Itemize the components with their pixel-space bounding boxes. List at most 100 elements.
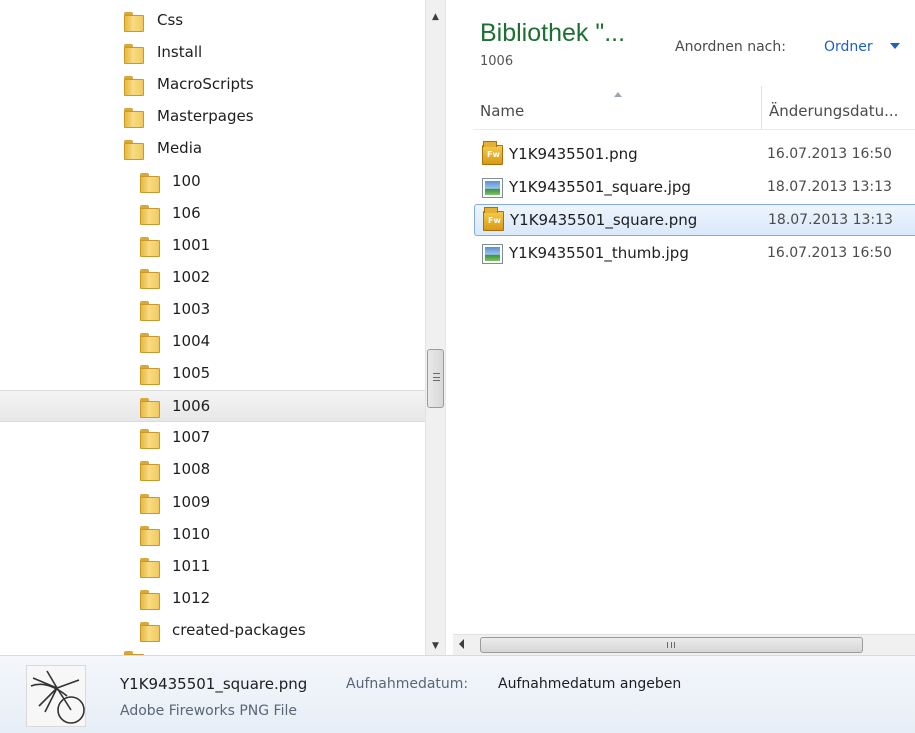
folder-icon xyxy=(124,12,144,32)
nav-folder-item[interactable]: Media xyxy=(0,133,425,165)
scroll-thumb[interactable] xyxy=(427,349,444,408)
nav-folder-item[interactable]: created-packages xyxy=(0,615,425,647)
nav-folder-label: 1005 xyxy=(172,364,211,383)
folder-icon xyxy=(140,333,160,353)
folder-icon xyxy=(124,108,144,129)
nav-folder-item[interactable]: 1002 xyxy=(0,262,425,294)
grip-icon xyxy=(433,373,440,381)
nav-folder-label: 1010 xyxy=(172,524,211,543)
scroll-down-arrow-icon[interactable]: ▼ xyxy=(426,637,445,655)
arrange-by-dropdown[interactable]: Ordner xyxy=(824,39,873,55)
scroll-thumb[interactable] xyxy=(480,637,863,653)
nav-folder-item[interactable]: 1008 xyxy=(0,454,425,486)
folder-icon xyxy=(124,76,144,97)
nav-folder-item[interactable]: 1011 xyxy=(0,551,425,583)
folder-icon xyxy=(140,236,160,257)
nav-folder-label: MacroScripts xyxy=(157,75,254,94)
file-row[interactable]: Fw Y1K9435501.png 16.07.2013 16:50 xyxy=(474,139,915,171)
nav-folder-item[interactable]: 1001 xyxy=(0,230,425,262)
content-pane: Bibliothek "... 1006 Anordnen nach: Ordn… xyxy=(453,0,915,655)
jpg-image-icon xyxy=(482,244,503,264)
nav-folder-item[interactable]: 1003 xyxy=(0,294,425,326)
folder-icon xyxy=(140,300,160,321)
folder-icon xyxy=(140,493,160,514)
pane-splitter[interactable] xyxy=(445,0,453,655)
nav-folder-item[interactable]: 1007 xyxy=(0,422,425,454)
nav-folder-item[interactable]: 106 xyxy=(0,198,425,230)
dropdown-caret-icon[interactable] xyxy=(890,43,900,49)
details-property-value[interactable]: Aufnahmedatum angeben xyxy=(498,676,681,692)
nav-folder-label: 1011 xyxy=(172,556,211,575)
folder-icon xyxy=(140,365,160,386)
nav-folder-item[interactable]: MacroScripts xyxy=(0,69,425,101)
file-name: Y1K9435501.png xyxy=(509,145,638,163)
nav-folder-label: Install xyxy=(157,43,203,62)
scroll-up-arrow-icon[interactable]: ▲ xyxy=(426,8,445,26)
file-name: Y1K9435501_square.png xyxy=(510,211,698,229)
nav-folder-item[interactable]: 100 xyxy=(0,166,425,198)
folder-icon xyxy=(140,621,160,642)
content-horizontal-scrollbar[interactable] xyxy=(453,634,915,655)
column-header: Name Änderungsdatu... xyxy=(473,86,915,130)
nav-folder-label: 100 xyxy=(172,171,201,190)
folder-icon xyxy=(140,525,160,546)
nav-folder-label: 1002 xyxy=(172,267,211,286)
folder-icon xyxy=(140,398,160,419)
details-filename: Y1K9435501_square.png xyxy=(120,675,308,693)
file-row[interactable]: Y1K9435501_thumb.jpg 16.07.2013 16:50 xyxy=(474,238,915,270)
column-header-date[interactable]: Änderungsdatu... xyxy=(769,102,898,120)
nav-folder-item[interactable]: 1010 xyxy=(0,519,425,551)
nav-folder-item[interactable]: Masterpages xyxy=(0,101,425,133)
sort-ascending-icon xyxy=(614,92,622,97)
file-modified-date: 16.07.2013 16:50 xyxy=(767,245,892,261)
nav-folder-label: Masterpages xyxy=(157,107,254,126)
file-modified-date: 18.07.2013 13:13 xyxy=(768,212,893,228)
nav-folder-label: 1009 xyxy=(172,492,211,511)
file-row[interactable]: Fw Y1K9435501_square.png 18.07.2013 13:13 xyxy=(474,204,915,236)
nav-folder-item[interactable]: 1004 xyxy=(0,326,425,358)
navigation-tree: Css Install MacroScripts Masterpages Media 10… xyxy=(0,0,425,655)
details-file-type: Adobe Fireworks PNG File xyxy=(120,703,297,719)
arrange-by-label: Anordnen nach: xyxy=(675,39,786,55)
grip-icon xyxy=(667,642,675,648)
scroll-left-arrow-icon[interactable] xyxy=(459,639,464,649)
nav-folder-label: Media xyxy=(157,139,203,158)
file-modified-date: 16.07.2013 16:50 xyxy=(767,146,892,162)
details-pane: Y1K9435501_square.png Aufnahmedatum: Auf… xyxy=(0,655,915,733)
nav-folder-label: Css xyxy=(157,11,184,29)
nav-folder-item[interactable]: 1005 xyxy=(0,358,425,390)
file-thumbnail xyxy=(26,665,86,727)
nav-folder-item[interactable]: 1009 xyxy=(0,487,425,519)
column-header-name[interactable]: Name xyxy=(480,102,524,120)
fireworks-png-icon: Fw xyxy=(482,141,503,165)
nav-folder-item[interactable]: 1006 xyxy=(0,390,425,423)
bicycle-thumbnail-icon xyxy=(30,670,85,724)
file-modified-date: 18.07.2013 13:13 xyxy=(767,179,892,195)
file-name: Y1K9435501_square.jpg xyxy=(509,178,691,196)
nav-folder-label: 1001 xyxy=(172,235,211,254)
folder-icon xyxy=(140,557,160,578)
file-name: Y1K9435501_thumb.jpg xyxy=(509,244,689,262)
nav-folder-item[interactable]: Install xyxy=(0,37,425,69)
folder-icon xyxy=(140,172,160,193)
nav-folder-label: created-packages xyxy=(172,620,306,639)
column-separator[interactable] xyxy=(761,86,762,130)
details-property-label: Aufnahmedatum: xyxy=(346,676,469,692)
nav-folder-item[interactable]: 1012 xyxy=(0,583,425,615)
folder-icon xyxy=(124,44,144,65)
file-row[interactable]: Y1K9435501_square.jpg 18.07.2013 13:13 xyxy=(474,172,915,204)
library-subtitle: 1006 xyxy=(480,54,514,69)
nav-folder-label: 1003 xyxy=(172,299,211,318)
jpg-image-icon xyxy=(482,178,503,198)
folder-icon xyxy=(140,268,160,289)
nav-folder-label: 1004 xyxy=(172,332,211,350)
folder-icon xyxy=(140,589,160,610)
folder-icon xyxy=(140,461,160,482)
nav-folder-item[interactable]: Css xyxy=(0,5,425,37)
nav-folder-label: 1006 xyxy=(172,397,211,416)
nav-folder-label: 1012 xyxy=(172,588,211,607)
nav-vertical-scrollbar[interactable]: ▲ ▼ xyxy=(425,0,445,655)
folder-icon xyxy=(124,140,144,161)
nav-folder-label: 106 xyxy=(172,203,201,222)
nav-folder-label: 1008 xyxy=(172,460,211,479)
